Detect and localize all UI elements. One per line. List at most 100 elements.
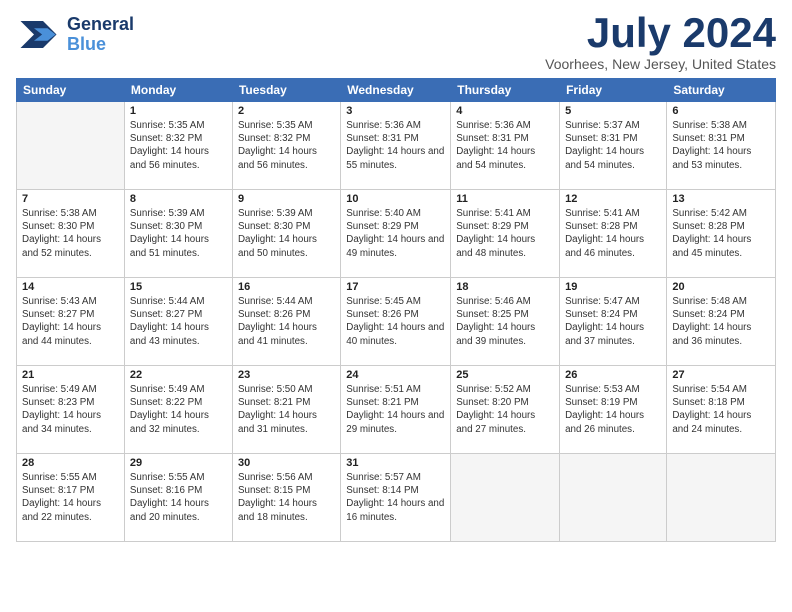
sunrise-text: Sunrise: 5:53 AM	[565, 384, 640, 395]
sunrise-text: Sunrise: 5:54 AM	[672, 384, 747, 395]
sunrise-text: Sunrise: 5:35 AM	[130, 120, 205, 131]
day-number: 15	[130, 281, 227, 293]
day-info: Sunrise: 5:44 AMSunset: 8:27 PMDaylight:…	[130, 295, 227, 348]
sunset-text: Sunset: 8:25 PM	[456, 309, 528, 320]
daylight-text: Daylight: 14 hours and 49 minutes.	[346, 234, 444, 258]
sunrise-text: Sunrise: 5:39 AM	[238, 208, 313, 219]
calendar-cell: 14Sunrise: 5:43 AMSunset: 8:27 PMDayligh…	[17, 278, 125, 366]
logo: General Blue	[16, 12, 134, 57]
calendar-cell: 18Sunrise: 5:46 AMSunset: 8:25 PMDayligh…	[451, 278, 560, 366]
day-number: 20	[672, 281, 770, 293]
day-number: 7	[22, 193, 119, 205]
sunset-text: Sunset: 8:28 PM	[565, 221, 637, 232]
day-info: Sunrise: 5:54 AM Sunset: 8:18 PM Daylight:…	[672, 383, 770, 436]
sunset-text: Sunset: 8:15 PM	[238, 485, 310, 496]
sunrise-text: Sunrise: 5:57 AM	[346, 472, 421, 483]
calendar-week-row: 14Sunrise: 5:43 AMSunset: 8:27 PMDayligh…	[17, 278, 776, 366]
day-number: 17	[346, 281, 445, 293]
logo-icon	[16, 12, 61, 57]
calendar-cell: 29Sunrise: 5:55 AMSunset: 8:16 PMDayligh…	[124, 454, 232, 542]
sunset-text: Sunset: 8:31 PM	[456, 133, 528, 144]
daylight-text: Daylight: 14 hours and 34 minutes.	[22, 410, 101, 434]
sunrise-text: Sunrise: 5:38 AM	[22, 208, 97, 219]
sunset-text: Sunset: 8:19 PM	[565, 397, 637, 408]
daylight-text: Daylight: 14 hours and 24 minutes.	[672, 410, 751, 434]
calendar-cell: 10Sunrise: 5:40 AMSunset: 8:29 PMDayligh…	[341, 190, 451, 278]
calendar-cell	[451, 454, 560, 542]
calendar-cell: 26 Sunrise: 5:53 AM Sunset: 8:19 PM Dayligh…	[560, 366, 667, 454]
sunset-text: Sunset: 8:21 PM	[346, 397, 418, 408]
day-info: Sunrise: 5:50 AMSunset: 8:21 PMDaylight:…	[238, 383, 335, 436]
sunset-text: Sunset: 8:32 PM	[130, 133, 202, 144]
sunrise-text: Sunrise: 5:39 AM	[130, 208, 205, 219]
sunset-text: Sunset: 8:18 PM	[672, 397, 744, 408]
sunset-text: Sunset: 8:32 PM	[238, 133, 310, 144]
daylight-text: Daylight: 14 hours and 20 minutes.	[130, 498, 209, 522]
calendar-cell: 20Sunrise: 5:48 AMSunset: 8:24 PMDayligh…	[667, 278, 776, 366]
sunset-text: Sunset: 8:26 PM	[346, 309, 418, 320]
calendar-header-row: SundayMondayTuesdayWednesdayThursdayFrid…	[17, 79, 776, 102]
calendar-week-row: 1Sunrise: 5:35 AMSunset: 8:32 PMDaylight…	[17, 102, 776, 190]
day-number: 21	[22, 369, 119, 381]
calendar-cell: 9Sunrise: 5:39 AMSunset: 8:30 PMDaylight…	[232, 190, 340, 278]
day-number: 22	[130, 369, 227, 381]
day-number: 6	[672, 105, 770, 117]
calendar-cell: 16Sunrise: 5:44 AMSunset: 8:26 PMDayligh…	[232, 278, 340, 366]
day-info: Sunrise: 5:55 AMSunset: 8:17 PMDaylight:…	[22, 471, 119, 524]
day-number: 3	[346, 105, 445, 117]
calendar-week-row: 28Sunrise: 5:55 AMSunset: 8:17 PMDayligh…	[17, 454, 776, 542]
day-info: Sunrise: 5:38 AMSunset: 8:30 PMDaylight:…	[22, 207, 119, 260]
day-info: Sunrise: 5:39 AMSunset: 8:30 PMDaylight:…	[238, 207, 335, 260]
sunrise-text: Sunrise: 5:45 AM	[346, 296, 421, 307]
sunset-text: Sunset: 8:29 PM	[346, 221, 418, 232]
day-info: Sunrise: 5:35 AMSunset: 8:32 PMDaylight:…	[130, 119, 227, 172]
daylight-text: Daylight: 14 hours and 18 minutes.	[238, 498, 317, 522]
calendar-cell: 27 Sunrise: 5:54 AM Sunset: 8:18 PM Dayligh…	[667, 366, 776, 454]
sunrise-text: Sunrise: 5:49 AM	[130, 384, 205, 395]
day-number: 27	[672, 369, 770, 381]
calendar-header-thursday: Thursday	[451, 79, 560, 102]
day-number: 4	[456, 105, 554, 117]
calendar-cell: 22Sunrise: 5:49 AMSunset: 8:22 PMDayligh…	[124, 366, 232, 454]
day-number: 19	[565, 281, 661, 293]
sunset-text: Sunset: 8:27 PM	[130, 309, 202, 320]
sunrise-text: Sunrise: 5:42 AM	[672, 208, 747, 219]
day-number: 10	[346, 193, 445, 205]
calendar-header-friday: Friday	[560, 79, 667, 102]
calendar-cell: 12Sunrise: 5:41 AMSunset: 8:28 PMDayligh…	[560, 190, 667, 278]
day-number: 11	[456, 193, 554, 205]
daylight-text: Daylight: 14 hours and 51 minutes.	[130, 234, 209, 258]
day-info: Sunrise: 5:46 AMSunset: 8:25 PMDaylight:…	[456, 295, 554, 348]
day-number: 5	[565, 105, 661, 117]
day-info: Sunrise: 5:57 AMSunset: 8:14 PMDaylight:…	[346, 471, 445, 524]
day-number: 23	[238, 369, 335, 381]
sunset-text: Sunset: 8:24 PM	[565, 309, 637, 320]
day-info: Sunrise: 5:55 AMSunset: 8:16 PMDaylight:…	[130, 471, 227, 524]
sunrise-text: Sunrise: 5:55 AM	[22, 472, 97, 483]
day-info: Sunrise: 5:35 AM Sunset: 8:32 PM Daylight:…	[238, 119, 335, 172]
day-info: Sunrise: 5:43 AMSunset: 8:27 PMDaylight:…	[22, 295, 119, 348]
day-number: 25	[456, 369, 554, 381]
day-info: Sunrise: 5:41 AMSunset: 8:28 PMDaylight:…	[565, 207, 661, 260]
day-info: Sunrise: 5:56 AMSunset: 8:15 PMDaylight:…	[238, 471, 335, 524]
sunrise-text: Sunrise: 5:35 AM	[238, 120, 313, 131]
calendar-week-row: 7 Sunrise: 5:38 AMSunset: 8:30 PMDaylight…	[17, 190, 776, 278]
calendar-cell: 2Sunrise: 5:35 AMSunset: 8:32 PMDaylight…	[232, 102, 340, 190]
daylight-text: Daylight: 14 hours and 56 minutes.	[238, 146, 317, 170]
sunset-text: Sunset: 8:31 PM	[672, 133, 744, 144]
daylight-text: Daylight: 14 hours and 26 minutes.	[565, 410, 644, 434]
location: Voorhees, New Jersey, United States	[545, 56, 776, 72]
sunset-text: Sunset: 8:16 PM	[130, 485, 202, 496]
day-info: Sunrise: 5:36 AMSunset: 8:31 PMDaylight:…	[456, 119, 554, 172]
calendar-cell: 4 Sunrise: 5:36 AMSunset: 8:31 PMDaylight…	[451, 102, 560, 190]
sunrise-text: Sunrise: 5:47 AM	[565, 296, 640, 307]
day-info: Sunrise: 5:36 AMSunset: 8:31 PMDaylight:…	[346, 119, 445, 172]
day-info: Sunrise: 5:53 AM Sunset: 8:19 PM Daylight:…	[565, 383, 661, 436]
sunset-text: Sunset: 8:26 PM	[238, 309, 310, 320]
day-number: 26	[565, 369, 661, 381]
calendar-cell: 7 Sunrise: 5:38 AMSunset: 8:30 PMDaylight…	[17, 190, 125, 278]
day-number: 31	[346, 457, 445, 469]
page: General Blue July 2024 Voorhees, New Jer…	[0, 0, 792, 550]
daylight-text: Daylight: 14 hours and 40 minutes.	[346, 322, 444, 346]
sunset-text: Sunset: 8:28 PM	[672, 221, 744, 232]
